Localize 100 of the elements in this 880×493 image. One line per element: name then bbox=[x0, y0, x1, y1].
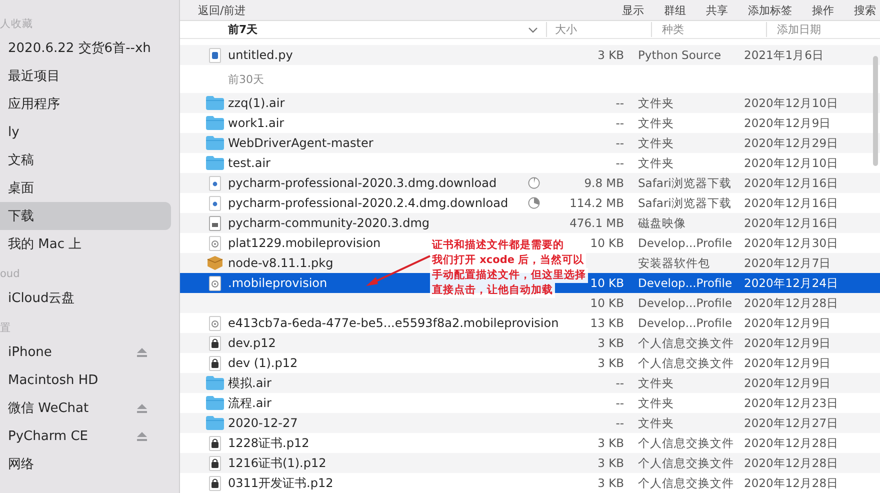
date-added: 2020年12月29日 bbox=[743, 136, 839, 150]
file-name[interactable]: zzq(1).air bbox=[228, 96, 285, 110]
file-name[interactable]: dev.p12 bbox=[228, 336, 276, 350]
file-size: -- bbox=[616, 136, 624, 150]
toolbar-button[interactable]: 共享 bbox=[706, 2, 728, 18]
file-kind: 文件夹 bbox=[637, 136, 675, 150]
folder-icon bbox=[206, 416, 224, 430]
date-added: 2020年12月16日 bbox=[743, 196, 839, 210]
date-added: 2020年12月10日 bbox=[743, 156, 839, 170]
file-name[interactable]: 2020-12-27 bbox=[228, 416, 298, 430]
toolbar-button[interactable]: 显示 bbox=[622, 2, 644, 18]
download-progress-pie bbox=[528, 197, 540, 209]
folder-icon bbox=[206, 156, 224, 170]
column-header[interactable]: 添加日期 bbox=[766, 22, 821, 38]
file-name[interactable]: pycharm-professional-2020.3.dmg.download bbox=[228, 176, 497, 190]
sidebar-item[interactable]: iCloud云盘 bbox=[0, 284, 171, 312]
toolbar-button[interactable]: 群组 bbox=[664, 2, 686, 18]
scrollbar[interactable] bbox=[873, 56, 878, 166]
date-added: 2020年12月28日 bbox=[743, 476, 839, 490]
back-forward-label[interactable]: 返回/前进 bbox=[198, 2, 246, 18]
file-kind: 个人信息交换文件 bbox=[637, 436, 735, 450]
file-size: 10 KB bbox=[590, 296, 624, 310]
sidebar-item[interactable]: 应用程序 bbox=[0, 90, 171, 118]
file-name[interactable]: test.air bbox=[228, 156, 270, 170]
file-size: -- bbox=[616, 416, 624, 430]
date-added: 2020年12月10日 bbox=[743, 96, 839, 110]
sidebar-item[interactable]: ly bbox=[0, 118, 171, 146]
file-kind: 个人信息交换文件 bbox=[637, 456, 735, 470]
file-kind: 个人信息交换文件 bbox=[637, 356, 735, 370]
download-file-icon bbox=[209, 176, 221, 190]
file-size: 114.2 MB bbox=[570, 196, 624, 210]
file-name[interactable]: 1216证书(1).p12 bbox=[228, 456, 326, 470]
folder-icon bbox=[206, 376, 224, 390]
file-name[interactable]: e413cb7a-6eda-477e-be5...e5593f8a2.mobileprovision bbox=[228, 316, 559, 330]
column-header[interactable]: 大小 bbox=[546, 22, 651, 38]
sidebar-item[interactable]: 文稿 bbox=[0, 146, 171, 174]
sidebar-item[interactable]: PyCharm CE bbox=[0, 422, 171, 450]
eject-icon[interactable] bbox=[137, 404, 147, 412]
file-kind: Develop...Profile bbox=[637, 316, 734, 330]
date-added: 2020年12月27日 bbox=[743, 416, 839, 430]
toolbar-button[interactable]: 搜索 bbox=[854, 2, 876, 18]
file-size: -- bbox=[616, 156, 624, 170]
file-size: 10 KB bbox=[590, 276, 624, 290]
toolbar-button[interactable]: 添加标签 bbox=[748, 2, 792, 18]
eject-icon[interactable] bbox=[137, 432, 147, 440]
file-kind: Safari浏览器下载 bbox=[637, 196, 732, 210]
file-kind: Python Source bbox=[637, 48, 722, 62]
date-added: 2020年12月28日 bbox=[743, 296, 839, 310]
date-added: 2020年12月9日 bbox=[743, 356, 832, 370]
file-name[interactable]: untitled.py bbox=[228, 48, 293, 62]
sidebar-item[interactable]: 下载 bbox=[0, 202, 171, 230]
file-name[interactable]: pycharm-community-2020.3.dmg bbox=[228, 216, 430, 230]
group-header[interactable]: 前7天 bbox=[180, 22, 528, 38]
disk-image-icon bbox=[209, 216, 221, 230]
sidebar-item[interactable]: 桌面 bbox=[0, 174, 171, 202]
sidebar-item[interactable]: 微信 WeChat bbox=[0, 394, 171, 422]
file-name[interactable]: WebDriverAgent-master bbox=[228, 136, 374, 150]
eject-icon[interactable] bbox=[137, 348, 147, 356]
file-name[interactable]: work1.air bbox=[228, 116, 284, 130]
toolbar-button[interactable]: 操作 bbox=[812, 2, 834, 18]
file-kind: Develop...Profile bbox=[637, 296, 734, 310]
file-size: -- bbox=[616, 116, 624, 130]
file-name[interactable]: pycharm-professional-2020.2.4.dmg.download bbox=[228, 196, 508, 210]
folder-icon bbox=[206, 396, 224, 410]
date-added: 2020年12月9日 bbox=[743, 116, 832, 130]
file-name[interactable]: 1228证书.p12 bbox=[228, 436, 310, 450]
file-name[interactable]: 模拟.air bbox=[228, 376, 272, 390]
file-name[interactable]: 流程.air bbox=[228, 396, 272, 410]
certificate-file-icon bbox=[209, 356, 221, 370]
chevron-icon[interactable] bbox=[528, 26, 538, 33]
sidebar-item[interactable]: 2020.6.22 交货6首--xh bbox=[0, 34, 171, 62]
file-name[interactable]: dev (1).p12 bbox=[228, 356, 298, 370]
date-added: 2020年12月28日 bbox=[743, 456, 839, 470]
file-size: 3 KB bbox=[598, 476, 624, 490]
download-file-icon bbox=[209, 196, 221, 210]
file-name[interactable]: node-v8.11.1.pkg bbox=[228, 256, 334, 270]
date-added: 2020年12月9日 bbox=[743, 336, 832, 350]
sidebar-item[interactable]: 最近项目 bbox=[0, 62, 171, 90]
sidebar-item[interactable]: Macintosh HD bbox=[0, 366, 171, 394]
sidebar-item[interactable]: 我的 Mac 上 bbox=[0, 230, 171, 258]
file-kind: 个人信息交换文件 bbox=[637, 336, 735, 350]
column-header[interactable]: 种类 bbox=[651, 22, 766, 38]
file-kind: 文件夹 bbox=[637, 396, 675, 410]
file-kind: 磁盘映像 bbox=[637, 216, 687, 230]
file-name[interactable]: 0311开发证书.p12 bbox=[228, 476, 334, 490]
folder-icon bbox=[206, 136, 224, 150]
file-kind: 文件夹 bbox=[637, 96, 675, 110]
file-size: 476.1 MB bbox=[570, 216, 624, 230]
file-name[interactable]: plat1229.mobileprovision bbox=[228, 236, 381, 250]
date-added: 2020年12月16日 bbox=[743, 176, 839, 190]
certificate-file-icon bbox=[209, 336, 221, 350]
sidebar-section-header: 人收藏 bbox=[0, 17, 34, 32]
folder-icon bbox=[206, 96, 224, 110]
file-kind: 文件夹 bbox=[637, 116, 675, 130]
python-file-icon bbox=[209, 48, 221, 62]
file-size: 3 KB bbox=[598, 456, 624, 470]
file-kind: 文件夹 bbox=[637, 416, 675, 430]
file-name[interactable]: .mobileprovision bbox=[228, 276, 328, 290]
sidebar-item[interactable]: iPhone bbox=[0, 338, 171, 366]
sidebar-item[interactable]: 网络 bbox=[0, 450, 171, 478]
